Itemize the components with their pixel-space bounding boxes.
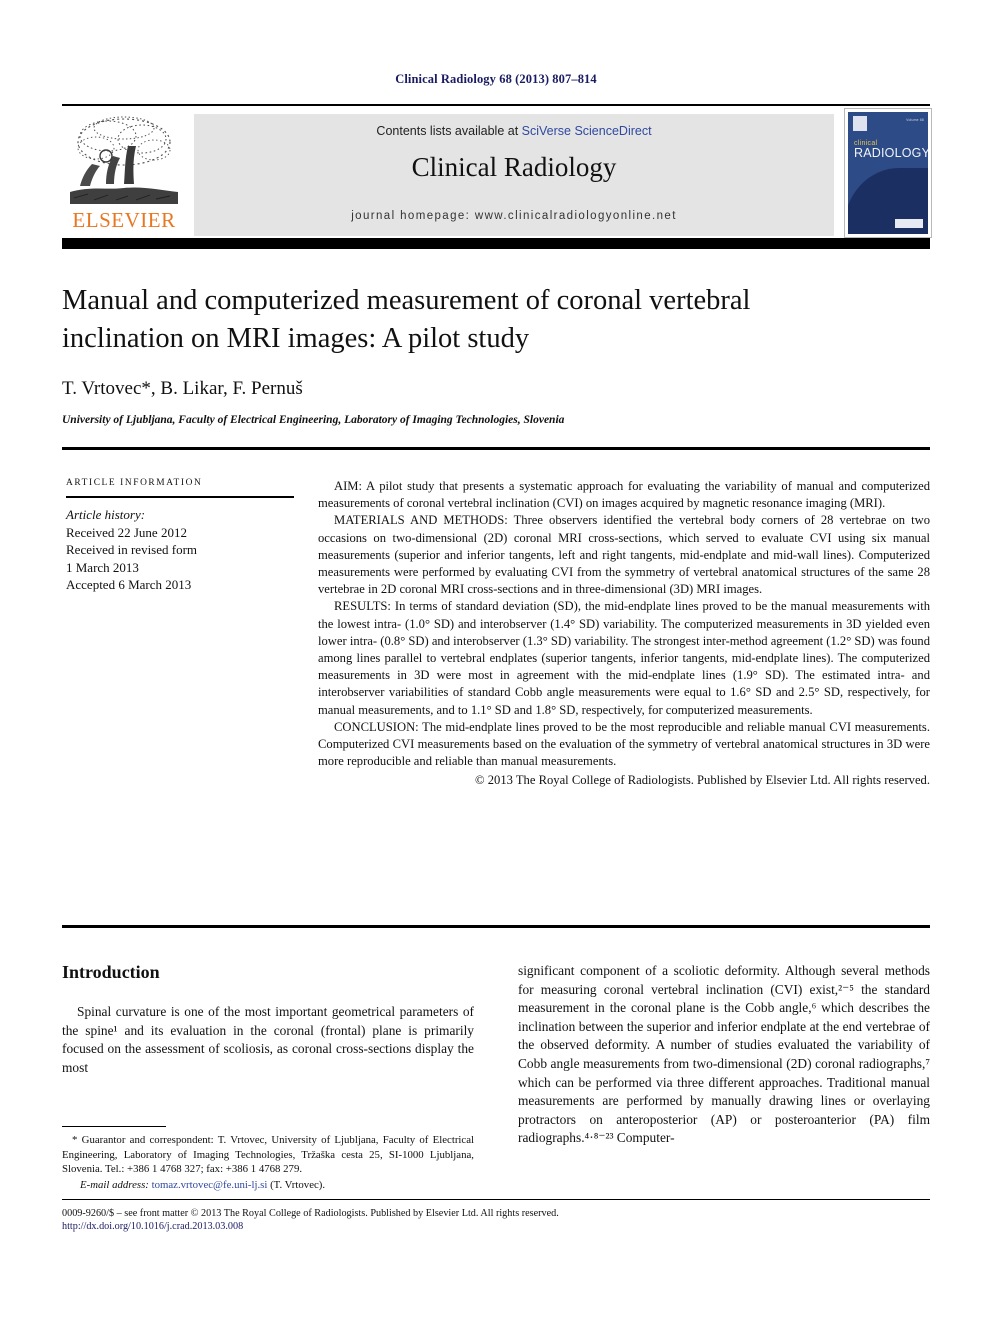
footnote-email-line: E-mail address: tomaz.vrtovec@fe.uni-lj.… xyxy=(62,1178,474,1192)
abstract-top-rule xyxy=(62,447,930,450)
journal-title: Clinical Radiology xyxy=(411,152,617,182)
sciencedirect-banner: Contents lists available at SciVerse Sci… xyxy=(194,114,834,236)
footnote-email-label: E-mail address: xyxy=(80,1178,149,1191)
contents-prefix: Contents lists available at xyxy=(376,124,522,138)
elsevier-wordmark: ELSEVIER xyxy=(72,208,176,232)
correspondence-footnote: * Guarantor and correspondent: T. Vrtove… xyxy=(62,1126,474,1192)
footnote-email-link[interactable]: tomaz.vrtovec@fe.uni-lj.si xyxy=(152,1179,268,1191)
journal-masthead: ELSEVIER Contents lists available at Sci… xyxy=(62,104,932,238)
journal-cover-thumbnail[interactable]: Volume 68 clinical RADIOLOGY xyxy=(844,108,932,238)
article-title: Manual and computerized measurement of c… xyxy=(62,285,751,354)
article-history: Article history: Received 22 June 2012 R… xyxy=(66,506,298,594)
author-list: T. Vrtovec*, B. Likar, F. Pernuš xyxy=(62,378,872,400)
front-matter-notice: 0009-9260/$ – see front matter © 2013 Th… xyxy=(62,1208,559,1219)
journal-cover-art: Volume 68 clinical RADIOLOGY xyxy=(848,112,928,234)
abstract-aim: AIM: A pilot study that presents a syste… xyxy=(318,479,930,511)
abstract-materials-and-methods: MATERIALS AND METHODS: Three observers i… xyxy=(318,513,930,597)
abstract-results: RESULTS: In terms of standard deviation … xyxy=(318,599,930,717)
footnote-email-suffix: (T. Vrtovec). xyxy=(270,1178,326,1191)
article-history-item: Accepted 6 March 2013 xyxy=(66,577,192,592)
author-names: T. Vrtovec*, B. Likar, F. Pernuš xyxy=(62,378,303,399)
article-information-rule xyxy=(66,496,294,498)
body-column-left: Spinal curvature is one of the most impo… xyxy=(62,1003,474,1077)
section-heading-introduction: Introduction xyxy=(62,962,160,982)
author-affiliation: University of Ljubljana, Faculty of Elec… xyxy=(62,414,565,426)
journal-homepage-line[interactable]: journal homepage: www.clinicalradiologyo… xyxy=(194,210,834,222)
elsevier-tree-icon xyxy=(70,116,178,204)
journal-article-page: Clinical Radiology 68 (2013) 807–814 ELS… xyxy=(0,0,992,1323)
article-history-label: Article history: xyxy=(66,507,146,522)
running-head: Clinical Radiology 68 (2013) 807–814 xyxy=(395,72,597,86)
sciencedirect-link[interactable]: SciVerse ScienceDirect xyxy=(522,124,652,138)
cover-title-line-2: RADIOLOGY xyxy=(854,146,928,160)
abstract-conclusion: CONCLUSION: The mid-endplate lines prove… xyxy=(318,719,930,769)
cover-society-mark-icon xyxy=(895,219,923,228)
article-history-item: Received in revised form xyxy=(66,542,198,557)
footnote-text: * Guarantor and correspondent: T. Vrtove… xyxy=(62,1133,474,1192)
elsevier-logo: ELSEVIER xyxy=(62,110,186,238)
footnote-guarantor-line: * Guarantor and correspondent: T. Vrtove… xyxy=(62,1134,474,1176)
contents-list-line: Contents lists available at SciVerse Sci… xyxy=(194,124,834,138)
article-history-item: Received 22 June 2012 xyxy=(66,524,187,540)
body-column-right: significant component of a scoliotic def… xyxy=(518,962,930,1148)
abstract-copyright: © 2013 The Royal College of Radiologists… xyxy=(475,773,930,788)
intro-paragraph-right: significant component of a scoliotic def… xyxy=(518,963,930,1146)
masthead-divider-bar xyxy=(62,238,930,249)
intro-paragraph-left: Spinal curvature is one of the most impo… xyxy=(62,1004,474,1075)
cover-elsevier-mark-icon xyxy=(853,116,867,131)
article-information-heading: Article information xyxy=(66,478,203,488)
footnote-rule xyxy=(62,1126,166,1128)
cover-corner-note: Volume 68 xyxy=(906,118,924,122)
article-information-column: Article information Article history: Rec… xyxy=(66,478,298,594)
abstract: AIM: A pilot study that presents a syste… xyxy=(318,478,930,790)
doi-link[interactable]: http://dx.doi.org/10.1016/j.crad.2013.03… xyxy=(62,1221,243,1232)
abstract-bottom-rule xyxy=(62,925,930,928)
page-footer-rule xyxy=(62,1199,930,1201)
article-history-item: 1 March 2013 xyxy=(66,559,139,575)
